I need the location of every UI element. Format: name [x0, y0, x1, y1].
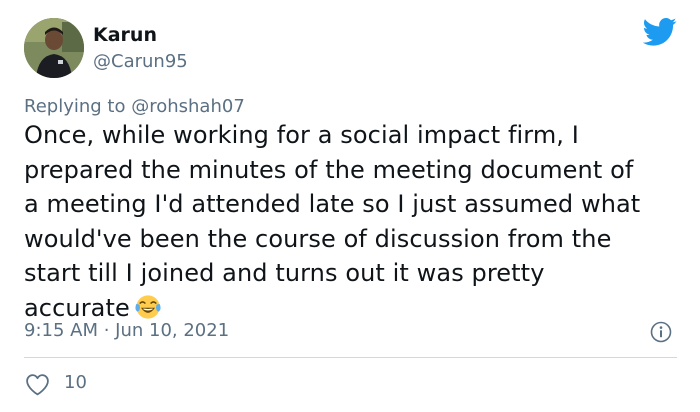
face-with-tears-of-joy-icon: [135, 294, 161, 319]
author-handle[interactable]: @Carun95: [93, 51, 188, 73]
tweet-text-line: Once, while working for a social impact …: [24, 121, 579, 149]
info-icon[interactable]: [650, 321, 672, 343]
divider: [24, 357, 677, 358]
author-display-name[interactable]: Karun: [93, 24, 157, 46]
like-count: 10: [64, 372, 87, 393]
heart-icon[interactable]: [25, 373, 50, 396]
tweet-text-line: would've been the course of discussion f…: [24, 224, 612, 253]
twitter-bird-icon[interactable]: [643, 17, 677, 47]
tweet-text-line: accurate: [24, 293, 130, 322]
tweet-timestamp[interactable]: 9:15 AM · Jun 10, 2021: [24, 320, 229, 342]
tweet-text-line: a meeting I'd attended late so I just as…: [24, 190, 641, 218]
replying-to-prefix: Replying to: [24, 96, 126, 117]
tweet-text-line: start till I joined and turns out it was…: [24, 259, 545, 287]
replying-to-line: Replying to @rohshah07: [24, 95, 245, 119]
avatar-image: [24, 18, 84, 78]
avatar[interactable]: [24, 18, 84, 78]
tweet-text-line: prepared the minutes of the meeting docu…: [24, 155, 634, 184]
tweet-text: Once, while working for a social impact …: [24, 118, 684, 325]
replying-to-mention[interactable]: @rohshah07: [131, 96, 245, 117]
